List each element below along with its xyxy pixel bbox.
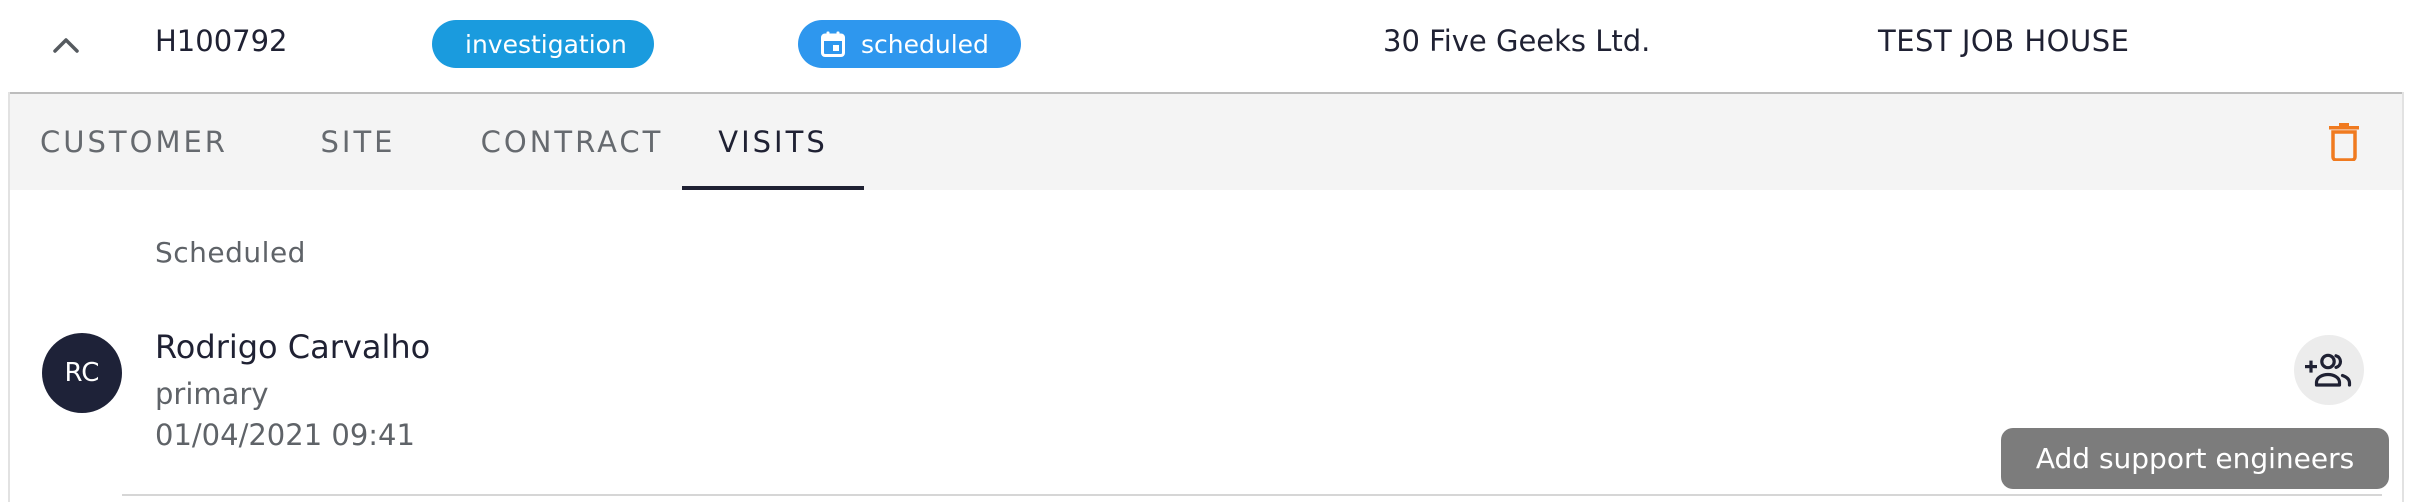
add-support-tooltip: Add support engineers [2001, 428, 2389, 489]
trash-icon [2329, 123, 2359, 161]
engineer-name: Rodrigo Carvalho [155, 328, 431, 366]
tab-customer[interactable]: CUSTOMER [10, 94, 258, 190]
job-header-row[interactable]: H100792 investigation scheduled 30 Five … [0, 0, 2412, 92]
job-status-label: scheduled [861, 29, 989, 59]
delete-button[interactable] [2320, 118, 2368, 166]
chevron-up-icon [53, 38, 79, 53]
panel-right-border [2402, 92, 2404, 502]
job-id: H100792 [155, 24, 288, 58]
job-type-label: investigation [465, 29, 627, 59]
site-name: TEST JOB HOUSE [1878, 24, 2130, 58]
calendar-icon [821, 31, 845, 57]
collapse-button[interactable] [45, 26, 87, 64]
active-tab-indicator [682, 186, 864, 190]
visits-section-label: Scheduled [155, 236, 306, 269]
customer-name: 30 Five Geeks Ltd. [1383, 24, 1651, 58]
tab-visits[interactable]: VISITS [682, 94, 864, 190]
group-add-icon [2305, 353, 2352, 387]
visit-row-divider [122, 494, 2382, 496]
engineer-role: primary [155, 377, 269, 411]
tabs-bar: CUSTOMER SITE CONTRACT VISITS [10, 94, 2402, 190]
visit-datetime: 01/04/2021 09:41 [155, 418, 415, 452]
tab-site[interactable]: SITE [258, 94, 458, 190]
tab-contract[interactable]: CONTRACT [452, 94, 692, 190]
job-type-chip: investigation [432, 20, 654, 68]
add-support-engineers-button[interactable] [2294, 335, 2364, 405]
avatar: RC [42, 333, 122, 413]
job-status-chip: scheduled [798, 20, 1021, 68]
